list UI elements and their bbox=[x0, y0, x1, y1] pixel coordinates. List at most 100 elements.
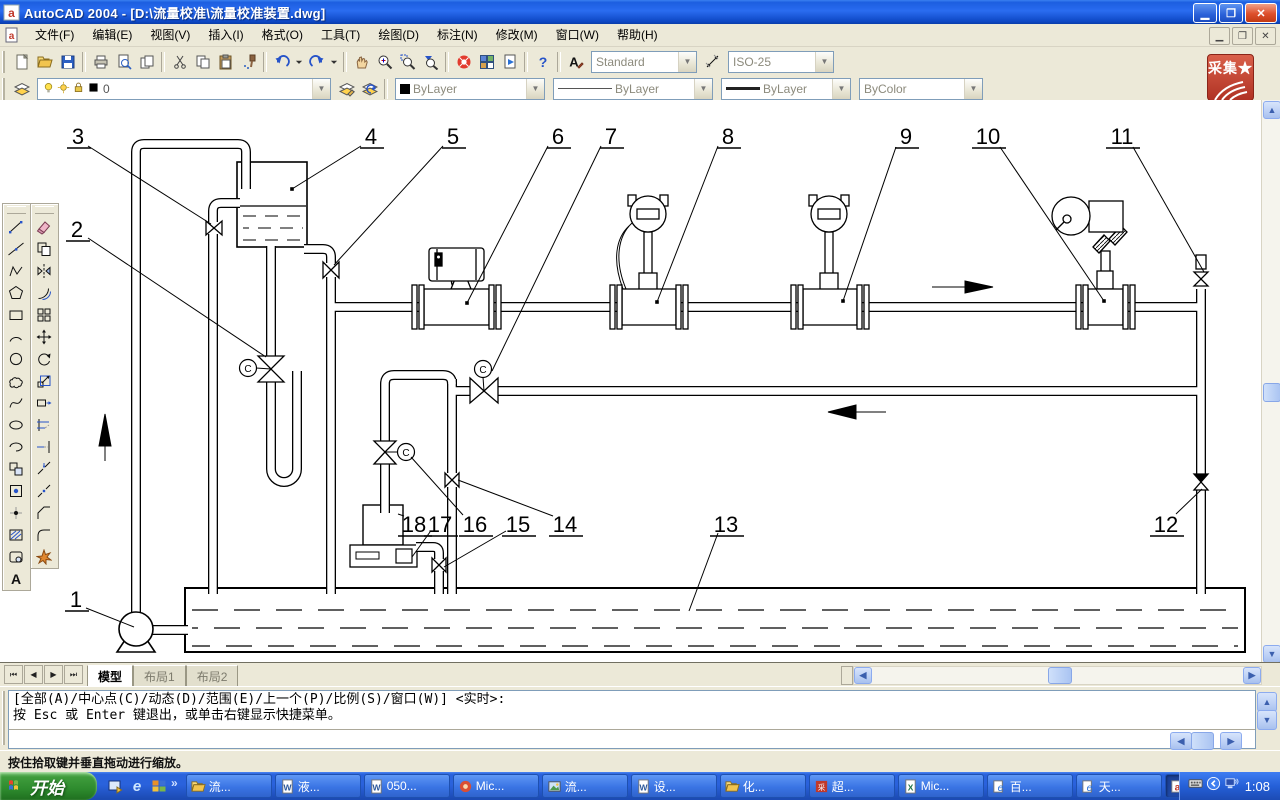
modify-scale-button[interactable] bbox=[31, 370, 56, 392]
plot-style-combo[interactable]: ByColor ▼ bbox=[859, 78, 983, 100]
modify-trim-button[interactable] bbox=[31, 414, 56, 436]
zoom-realtime-button[interactable] bbox=[373, 51, 396, 73]
scroll-down-button[interactable]: ▼ bbox=[1263, 645, 1280, 663]
modify-stretch-button[interactable] bbox=[31, 392, 56, 414]
command-scroll-down[interactable]: ▼ bbox=[1257, 710, 1277, 730]
minimize-button[interactable]: ▁ bbox=[1193, 3, 1217, 23]
tray-display-icon[interactable] bbox=[1224, 776, 1239, 796]
horizontal-scrollbar[interactable]: ◀ ▶ bbox=[853, 666, 1262, 685]
modify-mirror-button[interactable] bbox=[31, 260, 56, 282]
quick-launch-media-player[interactable] bbox=[149, 776, 169, 796]
modify-break-point-button[interactable] bbox=[31, 458, 56, 480]
dim-style-combo[interactable]: ISO-25▼ bbox=[728, 51, 834, 73]
zoom-previous-button[interactable] bbox=[419, 51, 442, 73]
task-button-2[interactable]: W050... bbox=[364, 774, 450, 798]
menu-item-9[interactable]: 窗口(W) bbox=[547, 25, 608, 45]
modify-array-button[interactable] bbox=[31, 304, 56, 326]
menu-item-8[interactable]: 修改(M) bbox=[487, 25, 547, 45]
tab-布局1[interactable]: 布局1 bbox=[133, 665, 186, 687]
draw-ellipse-arc-button[interactable] bbox=[3, 436, 28, 458]
tray-keyboard-icon[interactable] bbox=[1188, 776, 1203, 796]
layer-combo[interactable]: 0 ▼ bbox=[37, 78, 331, 100]
drawing-area[interactable]: C C C bbox=[0, 100, 1280, 662]
text-style-combo[interactable]: Standard▼ bbox=[591, 51, 697, 73]
splitter-grip[interactable] bbox=[841, 666, 853, 685]
tab-nav-next-button[interactable]: ▶ bbox=[44, 665, 63, 684]
menu-item-2[interactable]: 视图(V) bbox=[141, 25, 199, 45]
modify-explode-button[interactable] bbox=[31, 546, 56, 568]
menu-item-4[interactable]: 格式(O) bbox=[253, 25, 312, 45]
command-scroll-left[interactable]: ◀ bbox=[1170, 732, 1192, 750]
tab-nav-first-button[interactable]: ⏮ bbox=[4, 665, 23, 684]
toolbar-grip[interactable] bbox=[2, 78, 7, 100]
task-button-10[interactable]: e天... bbox=[1076, 774, 1162, 798]
draw-make-block-button[interactable] bbox=[3, 480, 28, 502]
tab-布局2[interactable]: 布局2 bbox=[186, 665, 239, 687]
draw-spline-button[interactable] bbox=[3, 392, 28, 414]
vendor-logo[interactable]: 采集★ bbox=[1207, 54, 1254, 101]
draw-arc-button[interactable] bbox=[3, 326, 28, 348]
tab-nav-last-button[interactable]: ⏭ bbox=[64, 665, 83, 684]
task-button-3[interactable]: Mic... bbox=[453, 774, 539, 798]
menu-item-1[interactable]: 编辑(E) bbox=[83, 25, 141, 45]
draw-pline-button[interactable] bbox=[3, 260, 28, 282]
title-bar[interactable]: a AutoCAD 2004 - [D:\流量校准\流量校准装置.dwg] ▁ … bbox=[0, 0, 1280, 24]
markup-button[interactable] bbox=[498, 51, 521, 73]
quick-launch-show-desktop[interactable] bbox=[105, 776, 125, 796]
modify-erase-button[interactable] bbox=[31, 216, 56, 238]
help-button[interactable]: ? bbox=[531, 51, 554, 73]
child-restore-button[interactable]: ❐ bbox=[1232, 27, 1253, 45]
drawing-file-icon[interactable]: a bbox=[4, 27, 20, 43]
scroll-up-button[interactable]: ▲ bbox=[1263, 101, 1280, 119]
task-button-6[interactable]: 化... bbox=[720, 774, 806, 798]
draw-hatch-button[interactable] bbox=[3, 524, 28, 546]
cut-button[interactable] bbox=[168, 51, 191, 73]
menu-item-5[interactable]: 工具(T) bbox=[312, 25, 369, 45]
tab-nav-prev-button[interactable]: ◀ bbox=[24, 665, 43, 684]
modify-copy-obj-button[interactable] bbox=[31, 238, 56, 260]
matchprop-button[interactable] bbox=[237, 51, 260, 73]
draw-line-button[interactable] bbox=[3, 216, 28, 238]
quick-launch-ie[interactable]: e bbox=[127, 776, 147, 796]
scroll-left-button[interactable]: ◀ bbox=[854, 667, 872, 684]
modify-move-button[interactable] bbox=[31, 326, 56, 348]
lineweight-combo[interactable]: ByLayer ▼ bbox=[721, 78, 851, 100]
palette-grip[interactable] bbox=[7, 206, 26, 214]
new-button[interactable] bbox=[10, 51, 33, 73]
open-button[interactable] bbox=[33, 51, 56, 73]
pan-button[interactable] bbox=[350, 51, 373, 73]
menu-item-3[interactable]: 插入(I) bbox=[199, 25, 252, 45]
tab-模型[interactable]: 模型 bbox=[87, 665, 133, 687]
command-scroll-up[interactable]: ▲ bbox=[1257, 692, 1277, 712]
task-button-11[interactable]: aAut... bbox=[1165, 774, 1179, 798]
save-button[interactable] bbox=[56, 51, 79, 73]
close-button[interactable]: ✕ bbox=[1245, 3, 1277, 23]
menu-item-0[interactable]: 文件(F) bbox=[26, 25, 83, 45]
layer-manager-button[interactable] bbox=[10, 78, 33, 100]
draw-ellipse-button[interactable] bbox=[3, 414, 28, 436]
menu-item-6[interactable]: 绘图(D) bbox=[369, 25, 428, 45]
tray-collapse-icon[interactable] bbox=[1206, 776, 1221, 796]
modify-extend-button[interactable] bbox=[31, 436, 56, 458]
paste-button[interactable] bbox=[214, 51, 237, 73]
palette-grip[interactable] bbox=[35, 206, 54, 214]
draw-polygon-button[interactable] bbox=[3, 282, 28, 304]
vertical-scrollbar[interactable]: ▲ ▼ bbox=[1261, 100, 1280, 662]
modify-offset-button[interactable] bbox=[31, 282, 56, 304]
task-button-7[interactable]: 采超... bbox=[809, 774, 895, 798]
viewports-button[interactable] bbox=[475, 51, 498, 73]
draw-insert-block-button[interactable] bbox=[3, 458, 28, 480]
plot-button[interactable] bbox=[89, 51, 112, 73]
child-minimize-button[interactable]: ▁ bbox=[1209, 27, 1230, 45]
command-scroll-thumb[interactable] bbox=[1191, 732, 1214, 750]
menu-item-7[interactable]: 标注(N) bbox=[428, 25, 487, 45]
drawing-canvas[interactable]: C C C bbox=[0, 100, 1262, 662]
task-button-5[interactable]: W设... bbox=[631, 774, 717, 798]
task-button-9[interactable]: e百... bbox=[987, 774, 1073, 798]
draw-point-button[interactable] bbox=[3, 502, 28, 524]
command-input[interactable] bbox=[13, 731, 1251, 745]
draw-revcloud-button[interactable] bbox=[3, 370, 28, 392]
draw-mtext-button[interactable]: A bbox=[3, 568, 28, 590]
linetype-combo[interactable]: ByLayer ▼ bbox=[553, 78, 713, 100]
draw-xline-button[interactable] bbox=[3, 238, 28, 260]
